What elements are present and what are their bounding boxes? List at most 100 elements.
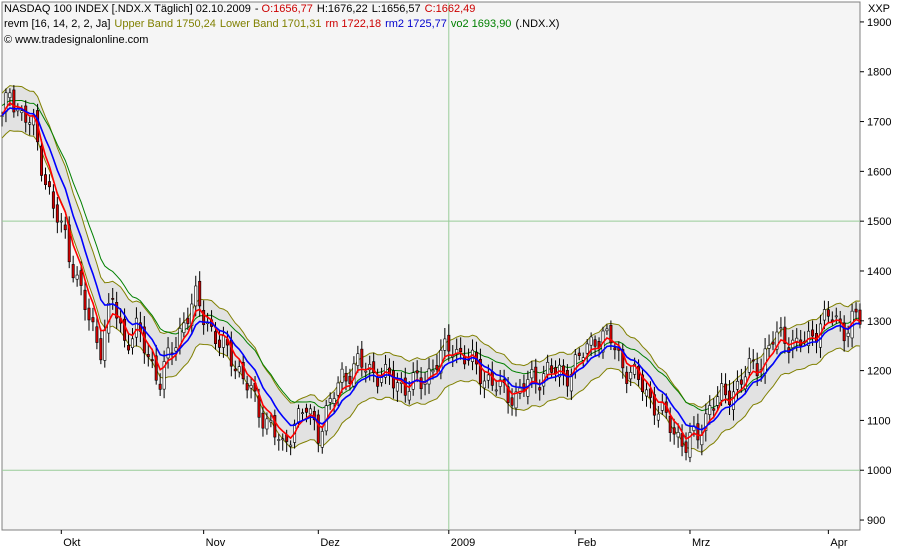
candle-body: [261, 412, 265, 429]
x-tick-label: Feb: [577, 537, 596, 549]
candle-body: [308, 408, 312, 415]
x-tick-label: Nov: [206, 537, 226, 549]
candle-body: [822, 309, 826, 321]
candle-body: [826, 309, 830, 317]
candle-body: [316, 414, 320, 444]
candle-body: [320, 431, 324, 448]
candle-body: [217, 339, 221, 348]
candle-body: [150, 359, 154, 362]
candle-body: [605, 328, 609, 332]
candle-body: [376, 377, 380, 387]
candle-body: [811, 329, 815, 337]
candle-body: [130, 338, 134, 348]
y-tick-label: 1200: [867, 366, 891, 378]
candle-body: [858, 309, 862, 325]
candle-body: [221, 335, 225, 348]
candle-body: [146, 354, 150, 358]
candle-body: [174, 347, 178, 352]
candle-body: [364, 370, 368, 373]
candle-body: [214, 331, 217, 344]
candle-body: [486, 374, 490, 381]
candle-body: [301, 412, 304, 415]
candle-body: [186, 317, 190, 324]
candle-body: [237, 366, 241, 373]
candle-body: [59, 220, 63, 223]
candle-body: [589, 336, 593, 346]
corner-label[interactable]: XXP: [868, 3, 890, 15]
candle-body: [779, 327, 783, 330]
candle-body: [158, 383, 162, 390]
candle-body: [134, 317, 138, 338]
y-tick-label: 1700: [867, 117, 891, 129]
candle-body: [447, 334, 451, 352]
chart-stage: 900 1000 1100 1200 1300 1400 1500 1600 1700 1800 1…: [0, 0, 900, 550]
candle-body: [645, 389, 648, 397]
candle-body: [720, 383, 724, 401]
candle-body: [700, 434, 704, 446]
y-tick-label: 1800: [867, 67, 891, 79]
x-tick-label: Dez: [320, 537, 340, 549]
candle-body: [530, 369, 534, 379]
candle-body: [550, 365, 554, 373]
candle-body: [257, 395, 261, 418]
candle-body: [482, 380, 486, 389]
candle-body: [51, 191, 55, 209]
candle-body: [854, 308, 858, 313]
candle-body: [249, 385, 253, 389]
candle-body: [395, 382, 399, 392]
candle-body: [360, 348, 364, 368]
candle-body: [332, 398, 336, 404]
candle-body: [435, 365, 439, 370]
candle-body: [111, 298, 115, 300]
candle-body: [83, 289, 87, 310]
candle-body: [304, 407, 308, 413]
candle-body: [91, 317, 95, 323]
candle-body: [767, 345, 771, 349]
y-tick-label: 1500: [867, 216, 891, 228]
candle-body: [75, 274, 79, 280]
candle-body: [510, 397, 514, 406]
header-indicator-line: revm [16, 14, 2, 2, Ja] Upper Band 1750,2…: [4, 18, 563, 31]
candle-body: [593, 339, 597, 347]
candle-body: [680, 433, 684, 447]
x-tick-label: 2009: [451, 537, 475, 549]
candle-body: [771, 341, 775, 345]
plot-area: [1, 1, 861, 531]
candle-body: [269, 420, 273, 423]
candle-body: [676, 432, 680, 438]
candle-body: [712, 408, 716, 411]
candle-body: [40, 145, 44, 176]
candle-body: [415, 370, 419, 374]
candle-body: [328, 398, 332, 403]
candle-body: [451, 355, 455, 358]
candle-body: [724, 383, 728, 396]
candle-body: [747, 358, 751, 373]
candle-body: [79, 270, 83, 286]
y-tick-label: 1900: [867, 17, 891, 29]
candle-body: [625, 371, 629, 384]
header-quote-line: NASDAQ 100 INDEX [.NDX.X Täglich] 02.10.…: [4, 3, 476, 15]
header-close: C:1662,49: [424, 3, 476, 15]
candle-body: [166, 347, 170, 359]
candle-body: [427, 368, 431, 385]
header-low: L:1656,57: [371, 3, 421, 15]
candle-body: [846, 332, 850, 337]
candle-body: [534, 366, 538, 383]
y-tick-label: 1300: [867, 316, 891, 328]
candle-body: [672, 427, 676, 435]
candle-body: [731, 391, 735, 410]
candle-body: [538, 387, 542, 391]
candle-body: [356, 353, 360, 366]
candle-body: [265, 418, 269, 430]
candle-body: [44, 174, 47, 185]
candle-body: [696, 423, 700, 441]
header-symbol: NASDAQ 100 INDEX [.NDX.X Täglich] 02.10.…: [4, 3, 251, 15]
candle-body: [344, 372, 348, 382]
candle-body: [233, 368, 237, 372]
candle-body: [728, 390, 732, 405]
y-tick-label: 1400: [867, 266, 891, 278]
candle-body: [87, 307, 91, 321]
candle-body: [71, 264, 75, 279]
candle-body: [755, 363, 759, 377]
header-high: H:1676,22: [316, 3, 368, 15]
